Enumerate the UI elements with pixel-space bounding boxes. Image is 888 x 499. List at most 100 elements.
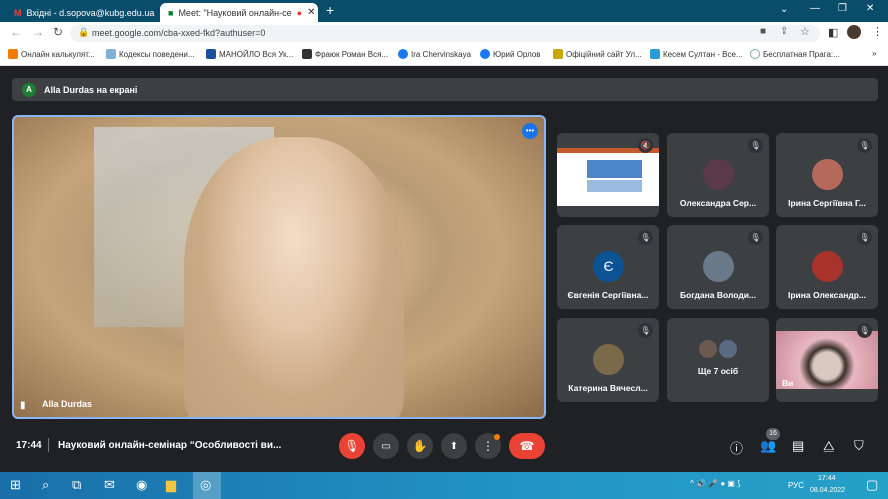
bookmark-item[interactable]: Кесем Султан - Все... <box>650 49 743 59</box>
mic-off-icon: 🎙 <box>638 230 653 245</box>
end-call-icon: ☎ <box>519 439 535 453</box>
tab-meet[interactable]: ■ Meet: "Науковий онлайн-се ● ✕ <box>160 3 318 22</box>
participant-tile[interactable]: 🎙 Ірина Олександр... <box>776 225 878 309</box>
participant-name: Олександра Сер... <box>679 198 757 208</box>
bookmark-item[interactable]: Офіційний сайт Ул... <box>553 49 642 59</box>
chat-icon[interactable]: ▤ <box>792 438 804 454</box>
new-tab-button[interactable]: + <box>326 2 334 18</box>
forward-button[interactable]: → <box>32 25 44 39</box>
back-button[interactable]: ← <box>10 25 22 39</box>
meeting-time: 17:44 <box>16 440 42 451</box>
bookmark-item[interactable]: Юрий Орлов <box>480 49 541 59</box>
tab-search-icon[interactable]: ⌄ <box>780 4 788 15</box>
participant-tile[interactable]: 🎙 Катерина Вячесл... <box>557 318 659 402</box>
camera-icon[interactable]: ■ <box>760 26 766 37</box>
activities-icon[interactable]: ⧋ <box>823 438 835 454</box>
participant-tile[interactable]: 🎙 Богдана Володи... <box>667 225 769 309</box>
meeting-details-icon[interactable]: ⓘ <box>730 438 743 457</box>
tab-title: Meet: "Науковий онлайн-се <box>178 7 292 18</box>
participant-tile[interactable]: Ще 7 осіб <box>667 318 769 402</box>
meeting-title: Науковий онлайн-семінар “Особливості ви.… <box>58 440 282 451</box>
bookmarks-more-button[interactable]: » <box>872 49 876 58</box>
participant-tile[interactable]: 🎙 Олександра Сер... <box>667 133 769 217</box>
notifications-icon[interactable]: ▢ <box>866 477 878 493</box>
present-icon: ⬆ <box>449 440 459 452</box>
menu-icon[interactable]: ⋮ <box>872 25 883 38</box>
mic-off-icon: 🎙 <box>857 138 872 153</box>
avatar <box>812 251 843 282</box>
tab-gmail[interactable]: MВхідні - d.sopova@kubg.edu.ua✕ <box>6 3 156 22</box>
reload-button[interactable]: ↻ <box>53 25 63 39</box>
bookmark-star-icon[interactable]: ☆ <box>800 25 810 38</box>
participant-name: Alla Durdas <box>584 198 632 208</box>
address-bar[interactable]: 🔒 meet.google.com/cba-xxed-fkd?authuser=… <box>70 25 820 42</box>
language-indicator[interactable]: РУС <box>788 481 804 490</box>
mic-off-icon: 🎙 <box>638 323 653 338</box>
participant-tile[interactable]: 🔇 Alla Durdas <box>557 133 659 217</box>
maximize-button[interactable]: ❐ <box>838 3 847 14</box>
avatar <box>703 251 734 282</box>
leave-call-button[interactable]: ☎ <box>509 433 545 459</box>
mic-off-button[interactable]: 🎙 <box>339 433 365 459</box>
meeting-controls-bar: 17:44 Науковий онлайн-семінар “Особливос… <box>0 428 888 462</box>
avatar <box>593 344 624 375</box>
participants-badge: 16 <box>766 428 780 440</box>
windows-start-icon[interactable]: ⊞ <box>10 477 21 493</box>
bookmark-item[interactable]: Фраюк Роман Вся... <box>302 49 388 59</box>
camera-icon: ▭ <box>381 440 391 452</box>
edge-icon[interactable]: ◉ <box>136 477 147 493</box>
pin-icon[interactable]: ▮ <box>20 400 26 411</box>
participant-tile[interactable]: Є 🎙 Євгенія Сергіївна... <box>557 225 659 309</box>
mic-off-icon: 🎙 <box>344 439 360 453</box>
share-icon[interactable]: ⇪ <box>780 26 788 37</box>
close-tab-icon[interactable]: ✕ <box>307 7 315 18</box>
speaking-indicator-icon: ••• <box>522 123 538 139</box>
participant-tile[interactable]: 🎙 Ірина Сергіївна Г... <box>776 133 878 217</box>
mic-off-icon: 🎙 <box>857 323 872 338</box>
bookmark-item[interactable]: Кодексы поведени... <box>106 49 195 59</box>
mic-off-icon: 🔇 <box>638 138 653 153</box>
main-video[interactable]: ▮ Alla Durdas ••• <box>12 115 546 419</box>
notification-dot <box>494 434 500 440</box>
participant-name: Євгенія Сергіївна... <box>567 290 649 300</box>
avatar <box>699 340 717 358</box>
tab-title: Вхідні - d.sopova@kubg.edu.ua <box>26 7 155 18</box>
presenting-banner: A Alla Durdas на екрані <box>12 78 878 101</box>
participant-tile[interactable]: 🎙 Ви <box>776 318 878 402</box>
avatar <box>719 340 737 358</box>
chrome-taskbar-button[interactable]: ◎ <box>193 472 221 499</box>
close-window-button[interactable]: ✕ <box>866 3 874 14</box>
search-icon[interactable]: ⌕ <box>42 477 49 493</box>
speaker-name: Alla Durdas <box>42 399 93 409</box>
hand-icon: ✋ <box>412 439 428 453</box>
mail-icon[interactable]: ✉ <box>104 477 115 493</box>
camera-button[interactable]: ▭ <box>373 433 399 459</box>
mic-off-icon: 🎙 <box>748 138 763 153</box>
bookmark-item[interactable]: МАНОЙЛО Вся Ук... <box>206 49 293 59</box>
raise-hand-button[interactable]: ✋ <box>407 433 433 459</box>
browser-tab-bar: M Вхідні - d.sopova@kubg.edu.ua ✕ ■ Meet: "… <box>0 0 888 22</box>
minimize-button[interactable]: — <box>810 3 820 14</box>
divider <box>48 438 49 452</box>
host-controls-icon[interactable]: ⛉ <box>854 438 864 454</box>
profile-avatar[interactable] <box>847 25 861 39</box>
present-button[interactable]: ⬆ <box>441 433 467 459</box>
url-text: meet.google.com/cba-xxed-fkd?authuser=0 <box>92 28 266 38</box>
bookmark-item[interactable]: Ira Chervinskaya <box>398 49 471 59</box>
recording-icon: ● <box>296 7 303 18</box>
people-icon[interactable]: 👥 <box>760 438 776 454</box>
bookmark-item[interactable]: Бесплатная Прага:... <box>750 49 840 59</box>
clock-time[interactable]: 17:44 <box>818 475 836 482</box>
side-panel-icon[interactable]: ◧ <box>828 26 838 39</box>
task-view-icon[interactable]: ⧉ <box>72 477 81 493</box>
participant-name: Богдана Володи... <box>679 290 757 300</box>
bookmark-item[interactable]: Онлайн калькулят... <box>8 49 95 59</box>
file-explorer-icon[interactable]: ▆ <box>166 477 176 493</box>
mic-off-icon: 🎙 <box>857 230 872 245</box>
more-options-button[interactable]: ⋮ <box>475 433 501 459</box>
participant-name: Ірина Сергіївна Г... <box>788 198 866 208</box>
participant-name: Ірина Олександр... <box>787 290 867 300</box>
tray-icons[interactable]: ^ 🔊 🎤 ● ▣ ⟆ <box>690 479 740 488</box>
address-toolbar: ← → ↻ 🔒 meet.google.com/cba-xxed-fkd?aut… <box>0 22 888 44</box>
clock-date[interactable]: 08.04.2022 <box>810 487 845 494</box>
